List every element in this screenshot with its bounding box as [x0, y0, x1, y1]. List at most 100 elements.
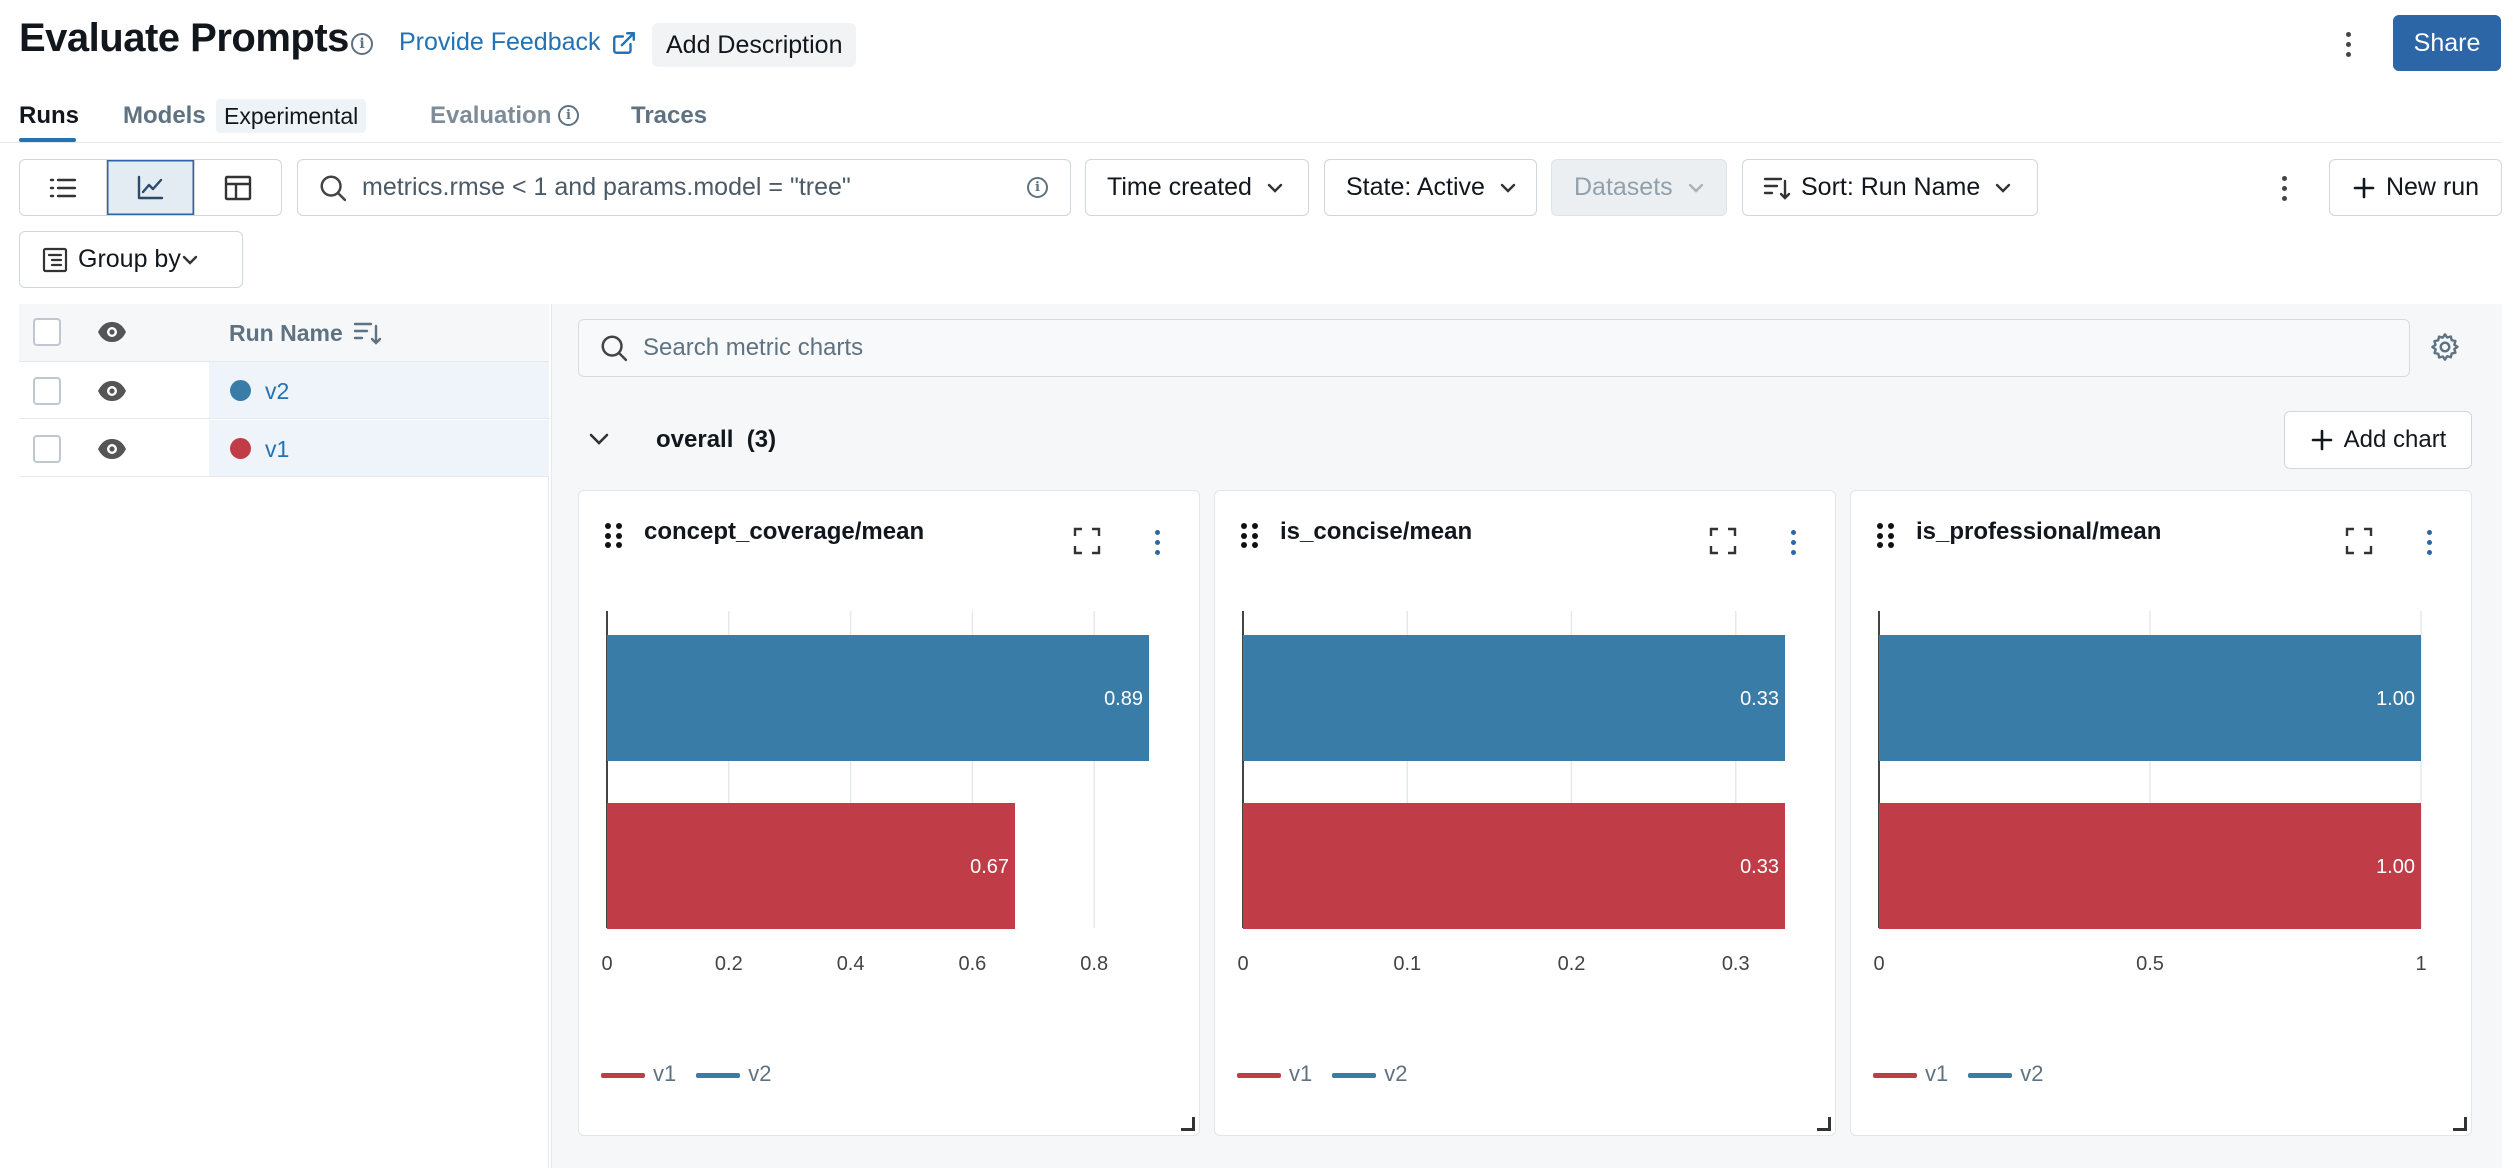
info-icon[interactable]: i — [351, 33, 373, 55]
state-label: State: Active — [1346, 173, 1485, 201]
search-placeholder: metrics.rmse < 1 and params.model = "tre… — [362, 173, 851, 201]
add-chart-button[interactable]: Add chart — [2284, 411, 2472, 469]
search-info-icon[interactable]: i — [1027, 177, 1048, 198]
x-tick-label: 0 — [601, 953, 612, 975]
row-checkbox[interactable] — [33, 377, 61, 405]
add-chart-label: Add chart — [2343, 426, 2447, 453]
section-count: (3) — [746, 426, 777, 453]
x-tick-label: 0.4 — [837, 953, 865, 975]
group-by-dropdown[interactable]: Group by — [19, 231, 243, 288]
x-tick-label: 0.2 — [715, 953, 743, 975]
table-row[interactable]: v2 — [19, 362, 549, 419]
legend-item-v1[interactable]: v1 — [1237, 1061, 1312, 1087]
chart-legend: v1 v2 — [601, 1061, 772, 1087]
bar-value-label: 1.00 — [2376, 856, 2415, 878]
x-tick-label: 0.8 — [1080, 953, 1108, 975]
search-icon — [320, 175, 347, 201]
bar-v2[interactable] — [607, 635, 1149, 761]
more-options-icon[interactable] — [2338, 26, 2358, 62]
list-icon — [49, 178, 77, 197]
sort-icon — [1763, 177, 1791, 200]
provide-feedback-link[interactable]: Provide Feedback — [399, 28, 637, 57]
eye-icon[interactable] — [97, 321, 127, 343]
chevron-down-icon — [1688, 183, 1703, 193]
legend-item-v2[interactable]: v2 — [696, 1061, 772, 1087]
new-run-button[interactable]: New run — [2329, 159, 2502, 216]
bar-v1[interactable] — [1243, 803, 1785, 929]
resize-handle[interactable] — [1181, 1117, 1195, 1131]
tab-runs[interactable]: Runs — [19, 102, 79, 130]
legend-item-v1[interactable]: v1 — [601, 1061, 676, 1087]
x-tick-label: 0.6 — [958, 953, 986, 975]
datasets-dropdown[interactable]: Datasets — [1551, 159, 1727, 216]
view-mode-toggle — [19, 159, 282, 216]
sort-label: Sort: Run Name — [1801, 173, 1981, 201]
page-title: Evaluate Prompts — [19, 16, 349, 60]
bar-value-label: 0.67 — [970, 856, 1009, 878]
chart-legend: v1 v2 — [1237, 1061, 1408, 1087]
bar-v1[interactable] — [607, 803, 1016, 929]
table-icon — [224, 175, 252, 200]
resize-handle[interactable] — [1817, 1117, 1831, 1131]
sort-icon[interactable] — [353, 319, 383, 347]
bar-v2[interactable] — [1243, 635, 1785, 761]
bar-value-label: 0.89 — [1104, 688, 1143, 710]
tab-evaluation[interactable]: Evaluation — [430, 102, 551, 130]
chart-view-button[interactable] — [107, 160, 195, 215]
run-name-header[interactable]: Run Name — [229, 320, 343, 347]
x-tick-label: 0 — [1873, 953, 1884, 975]
legend-item-v1[interactable]: v1 — [1873, 1061, 1948, 1087]
state-dropdown[interactable]: State: Active — [1324, 159, 1537, 216]
chart-card: concept_coverage/mean 0 0.2 0.4 0.6 0.8 0.89 0… — [578, 490, 1200, 1136]
toolbar-more-icon[interactable] — [2274, 170, 2294, 206]
bar-chart: 0 0.2 0.4 0.6 0.8 0.89 0.67 — [601, 611, 1149, 975]
chevron-down-icon — [1996, 183, 2011, 193]
external-link-icon — [612, 31, 635, 54]
metric-search-placeholder: Search metric charts — [643, 334, 864, 361]
resize-handle[interactable] — [2453, 1117, 2467, 1131]
add-description-button[interactable]: Add Description — [652, 23, 857, 67]
chevron-down-icon — [182, 255, 198, 265]
bar-value-label: 0.33 — [1740, 856, 1779, 878]
bar-v1[interactable] — [1879, 803, 2421, 929]
run-search-input[interactable]: metrics.rmse < 1 and params.model = "tre… — [297, 159, 1071, 216]
search-icon — [601, 335, 628, 362]
bar-value-label: 1.00 — [2376, 688, 2415, 710]
evaluation-info-icon[interactable]: i — [558, 105, 579, 126]
sort-dropdown[interactable]: Sort: Run Name — [1742, 159, 2038, 216]
x-tick-label: 0.5 — [2136, 953, 2164, 975]
experimental-badge: Experimental — [216, 99, 367, 133]
line-chart-icon — [138, 175, 164, 199]
tabs-divider — [0, 142, 2502, 143]
eye-icon[interactable] — [97, 380, 127, 402]
section-title: overall (3) — [656, 426, 776, 454]
table-row[interactable]: v1 — [19, 420, 549, 477]
group-by-label: Group by — [78, 245, 181, 273]
run-color-dot[interactable] — [230, 380, 251, 401]
group-icon — [42, 247, 68, 272]
x-tick-label: 0.1 — [1393, 953, 1421, 975]
bar-chart: 0 0.1 0.2 0.3 0.33 0.33 — [1237, 611, 1785, 975]
tab-models[interactable]: Models — [123, 102, 206, 130]
select-all-checkbox[interactable] — [33, 318, 61, 346]
time-created-dropdown[interactable]: Time created — [1085, 159, 1309, 216]
bar-value-label: 0.33 — [1740, 688, 1779, 710]
tab-traces[interactable]: Traces — [631, 102, 707, 130]
legend-item-v2[interactable]: v2 — [1332, 1061, 1408, 1087]
list-view-button[interactable] — [20, 160, 108, 215]
gear-icon[interactable] — [2429, 331, 2461, 363]
x-tick-label: 0 — [1237, 953, 1248, 975]
share-button[interactable]: Share — [2393, 15, 2501, 71]
chevron-down-icon[interactable] — [588, 432, 610, 448]
chart-legend: v1 v2 — [1873, 1061, 2044, 1087]
chart-card: is_professional/mean 0 0.5 1 1.00 1.00 v1 v2 — [1850, 490, 2472, 1136]
bar-v2[interactable] — [1879, 635, 2421, 761]
row-checkbox[interactable] — [33, 435, 61, 463]
run-color-dot[interactable] — [230, 438, 251, 459]
run-name-link[interactable]: v2 — [265, 378, 289, 405]
table-view-button[interactable] — [195, 160, 281, 215]
metric-search-input[interactable]: Search metric charts — [578, 319, 2410, 377]
legend-item-v2[interactable]: v2 — [1968, 1061, 2044, 1087]
run-name-link[interactable]: v1 — [265, 436, 289, 463]
eye-icon[interactable] — [97, 438, 127, 460]
